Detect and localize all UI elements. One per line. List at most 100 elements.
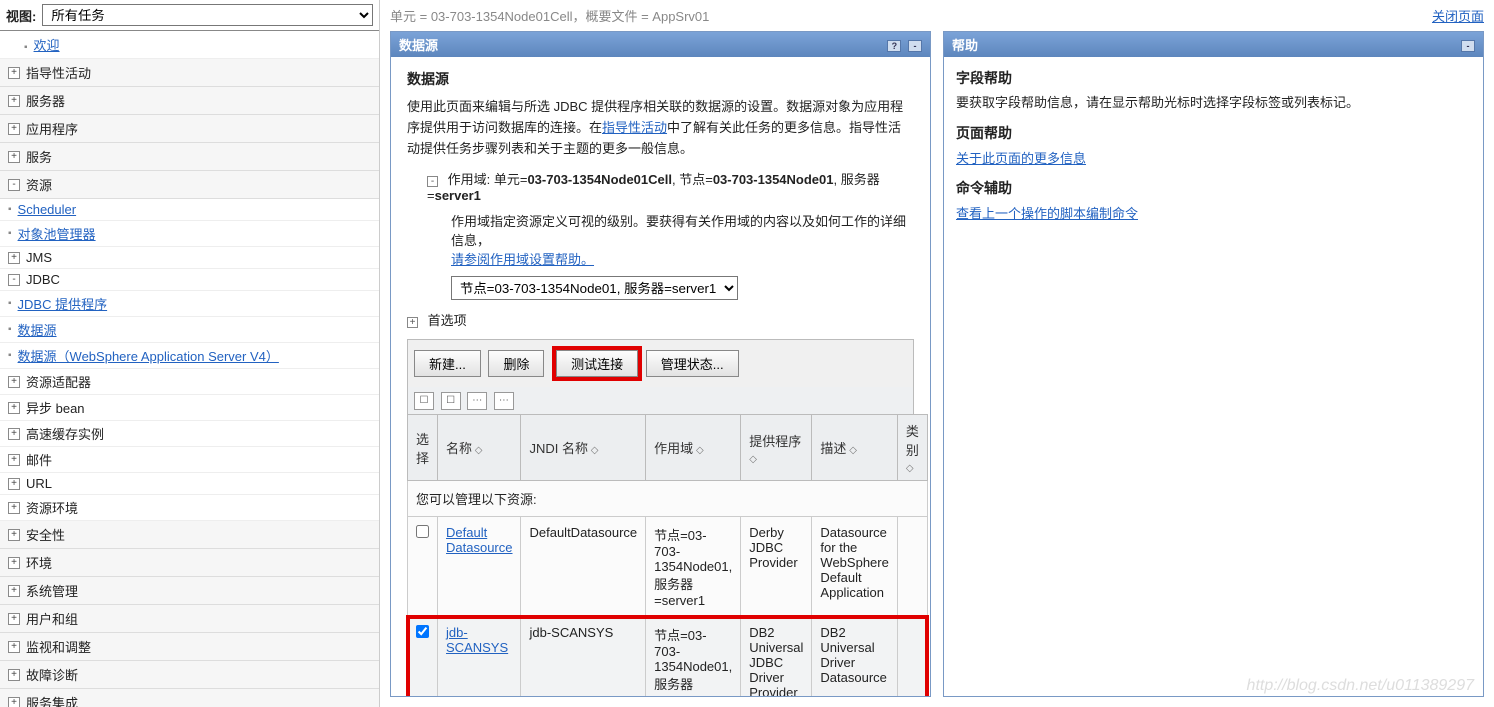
clear-filter-icon[interactable]: ⋯ <box>494 392 514 410</box>
nav-res-0[interactable]: +资源适配器 <box>0 369 379 395</box>
col-select: 选择 <box>408 415 438 481</box>
minus-icon: - <box>8 274 20 286</box>
nav-scheduler[interactable]: ▪Scheduler <box>0 199 379 221</box>
nav-section-2[interactable]: +应用程序 <box>0 115 379 143</box>
help-panel: 帮助 - 字段帮助 要获取字段帮助信息，请在显示帮助光标时选择字段标签或列表标记… <box>943 31 1484 697</box>
view-label: 视图: <box>6 6 36 25</box>
table-row: Default Datasource DefaultDatasource 节点=… <box>408 517 928 617</box>
plus-icon: + <box>8 151 20 163</box>
help-field-text: 要获取字段帮助信息，请在显示帮助光标时选择字段标签或列表标记。 <box>956 93 1471 114</box>
help-header: 帮助 - <box>944 32 1483 57</box>
nav-welcome[interactable]: 欢迎 <box>0 31 379 59</box>
breadcrumb: 单元 = 03-703-1354Node01Cell，概要文件 = AppSrv… <box>380 0 1494 31</box>
plus-icon: + <box>8 478 20 490</box>
help-field-heading: 字段帮助 <box>956 67 1471 89</box>
nav-jdbc[interactable]: -JDBC <box>0 269 379 291</box>
help-icon[interactable]: ? <box>887 40 901 52</box>
guided-link[interactable]: 指导性活动 <box>602 120 667 135</box>
scope-desc: 作用域指定资源定义可视的级别。要获得有关作用域的内容以及如何工作的详细信息， 请… <box>451 211 914 268</box>
nav-section-0[interactable]: +指导性活动 <box>0 59 379 87</box>
nav-datasource[interactable]: ▪数据源 <box>0 317 379 343</box>
nav-bottom-1[interactable]: +环境 <box>0 549 379 577</box>
col-name[interactable]: 名称 <box>438 415 521 481</box>
nav-jms[interactable]: +JMS <box>0 247 379 269</box>
test-connection-highlight: 测试连接 <box>552 346 642 381</box>
table-row: jdb-SCANSYS jdb-SCANSYS 节点=03-703-1354No… <box>408 617 928 696</box>
nav-res-3[interactable]: +邮件 <box>0 447 379 473</box>
breadcrumb-text: 单元 = 03-703-1354Node01Cell，概要文件 = AppSrv… <box>390 6 709 25</box>
scope-help-link[interactable]: 请参阅作用域设置帮助。 <box>451 252 594 267</box>
row-checkbox[interactable] <box>416 625 429 638</box>
watermark: http://blog.csdn.net/u011389297 <box>1247 677 1474 695</box>
ds-name-link[interactable]: jdb-SCANSYS <box>446 625 508 655</box>
close-page-link[interactable]: 关闭页面 <box>1432 6 1484 25</box>
table-note: 您可以管理以下资源: <box>408 481 928 517</box>
view-select[interactable]: 所有任务 <box>42 4 373 26</box>
help-cmd-link[interactable]: 查看上一个操作的脚本编制命令 <box>956 206 1138 221</box>
nav-objpool[interactable]: ▪对象池管理器 <box>0 221 379 247</box>
help-cmd-heading: 命令辅助 <box>956 177 1471 199</box>
nav-resources[interactable]: -资源 <box>0 171 379 199</box>
view-selector-row: 视图: 所有任务 <box>0 0 379 31</box>
plus-icon: + <box>8 67 20 79</box>
nav-res-2[interactable]: +高速缓存实例 <box>0 421 379 447</box>
col-jndi[interactable]: JNDI 名称 <box>521 415 646 481</box>
col-desc[interactable]: 描述 <box>812 415 897 481</box>
nav-bottom-6[interactable]: +服务集成 <box>0 689 379 707</box>
plus-icon: + <box>8 123 20 135</box>
nav-section-3[interactable]: +服务 <box>0 143 379 171</box>
plus-icon: + <box>8 454 20 466</box>
nav-bottom-3[interactable]: +用户和组 <box>0 605 379 633</box>
scope-select[interactable]: 节点=03-703-1354Node01, 服务器=server1 <box>451 276 738 300</box>
datasource-table: 选择 名称 JNDI 名称 作用域 提供程序 描述 类别 您可以管理以下资源: <box>407 414 928 696</box>
manage-state-button[interactable]: 管理状态... <box>646 350 739 377</box>
nav-datasource-v4[interactable]: ▪数据源（WebSphere Application Server V4） <box>0 343 379 369</box>
nav-bottom-4[interactable]: +监视和调整 <box>0 633 379 661</box>
help-page-link[interactable]: 关于此页面的更多信息 <box>956 151 1086 166</box>
deselect-all-icon[interactable]: ☐ <box>441 392 461 410</box>
preferences-toggle[interactable]: + 首选项 <box>407 310 914 329</box>
plus-icon: + <box>8 402 20 414</box>
page-desc: 使用此页面来编辑与所选 JDBC 提供程序相关联的数据源的设置。数据源对象为应用… <box>407 97 914 159</box>
test-connection-button[interactable]: 测试连接 <box>556 350 638 377</box>
filter-icon[interactable]: ⋯ <box>467 392 487 410</box>
panel-title: 数据源 <box>399 35 438 54</box>
plus-icon: + <box>8 502 20 514</box>
plus-icon: + <box>8 252 20 264</box>
nav-jdbc-provider[interactable]: ▪JDBC 提供程序 <box>0 291 379 317</box>
panel-header-icons: ? - <box>884 37 922 52</box>
nav-res-1[interactable]: +异步 bean <box>0 395 379 421</box>
minimize-icon[interactable]: - <box>908 40 922 52</box>
new-button[interactable]: 新建... <box>414 350 481 377</box>
plus-icon: + <box>8 613 20 625</box>
minimize-icon[interactable]: - <box>1461 40 1475 52</box>
plus-icon: + <box>8 697 20 707</box>
page-heading: 数据源 <box>407 69 914 89</box>
plus-icon: + <box>8 428 20 440</box>
nav-bottom-0[interactable]: +安全性 <box>0 521 379 549</box>
plus-icon: + <box>8 669 20 681</box>
scope-line: - 作用域: 单元=03-703-1354Node01Cell, 节点=03-7… <box>427 169 914 203</box>
nav-bottom-5[interactable]: +故障诊断 <box>0 661 379 689</box>
plus-icon: + <box>8 376 20 388</box>
nav-res-5[interactable]: +资源环境 <box>0 495 379 521</box>
main-area: 单元 = 03-703-1354Node01Cell，概要文件 = AppSrv… <box>380 0 1494 707</box>
plus-icon: + <box>8 585 20 597</box>
help-title: 帮助 <box>952 35 978 54</box>
button-row: 新建... 删除 测试连接 管理状态... <box>407 339 914 387</box>
nav-res-4[interactable]: +URL <box>0 473 379 495</box>
select-all-icon[interactable]: ☐ <box>414 392 434 410</box>
minus-icon[interactable]: - <box>427 176 438 187</box>
datasource-panel: 数据源 ? - 数据源 使用此页面来编辑与所选 JDBC 提供程序相关联的数据源… <box>390 31 931 697</box>
col-cat[interactable]: 类别 <box>897 415 927 481</box>
row-checkbox[interactable] <box>416 525 429 538</box>
plus-icon: + <box>8 95 20 107</box>
plus-icon: + <box>8 529 20 541</box>
sidebar: 视图: 所有任务 欢迎 +指导性活动 +服务器 +应用程序 +服务 -资源 ▪S… <box>0 0 380 707</box>
col-provider[interactable]: 提供程序 <box>741 415 812 481</box>
ds-name-link[interactable]: Default Datasource <box>446 525 512 555</box>
nav-bottom-2[interactable]: +系统管理 <box>0 577 379 605</box>
nav-section-1[interactable]: +服务器 <box>0 87 379 115</box>
delete-button[interactable]: 删除 <box>488 350 544 377</box>
col-scope[interactable]: 作用域 <box>646 415 741 481</box>
